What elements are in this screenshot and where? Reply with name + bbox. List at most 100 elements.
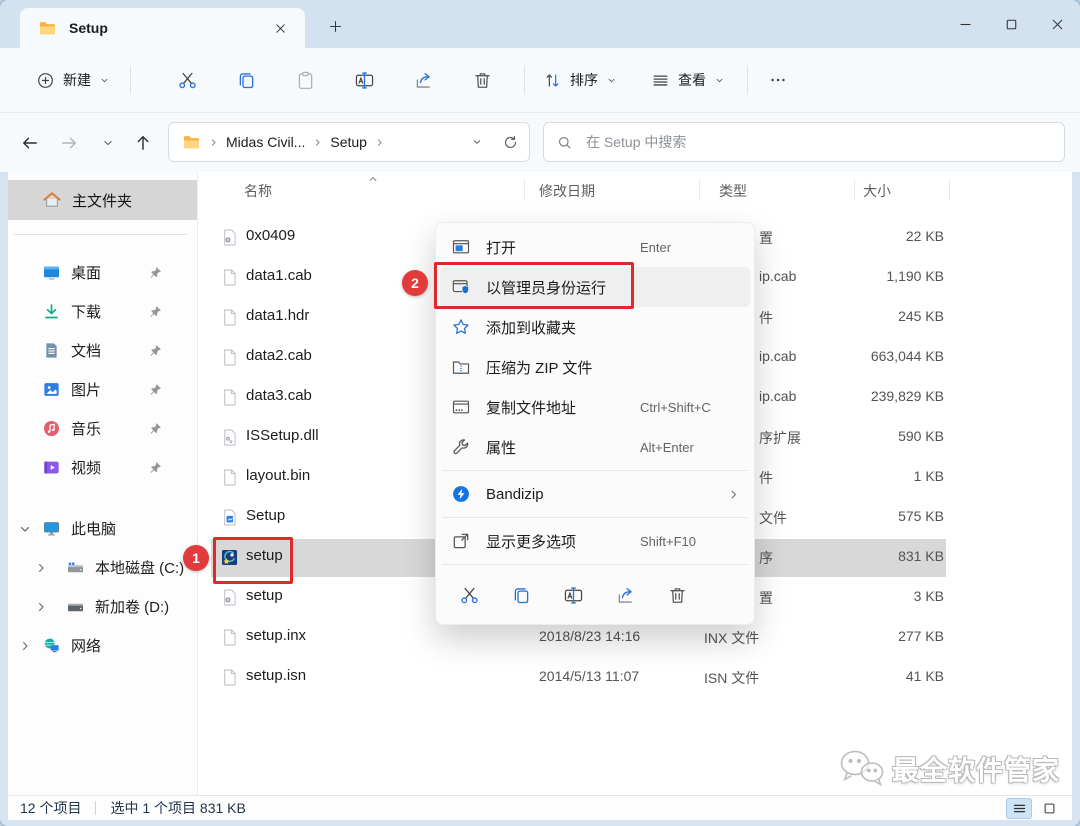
close-button[interactable] [1034, 0, 1080, 48]
file-explorer-window: Setup 新建 排序 查看 Midas Civil... Setup 在 Se… [0, 0, 1080, 826]
menu-delete-button[interactable] [654, 574, 701, 616]
sidebar-item-网络[interactable]: 网络 [8, 626, 197, 665]
file-type: 置 [759, 590, 773, 606]
refresh-icon[interactable] [502, 134, 519, 151]
paste-button[interactable] [285, 60, 325, 100]
context-menu-item-add-to-favorites[interactable]: 添加到收藏夹 [440, 307, 750, 347]
file-size: 831 KB [898, 548, 944, 564]
context-menu-item-properties[interactable]: 属性 Alt+Enter [440, 427, 750, 467]
music-icon [42, 419, 61, 438]
column-header-size[interactable]: 大小 [863, 181, 891, 201]
menu-rename-button[interactable] [550, 574, 597, 616]
annotation-box-run-as-admin [434, 262, 634, 309]
context-menu-item-open[interactable]: 打开 Enter [440, 227, 750, 267]
rename-button[interactable] [344, 60, 384, 100]
search-box[interactable] [543, 122, 1065, 162]
recent-locations-button[interactable] [95, 130, 121, 156]
menu-share-button[interactable] [602, 574, 649, 616]
toolbar-separator [524, 66, 525, 94]
new-tab-button[interactable] [322, 13, 348, 39]
cut-icon [177, 70, 198, 91]
column-separator [854, 180, 855, 200]
sidebar-item-label: 下载 [71, 304, 102, 321]
forward-button[interactable] [56, 130, 82, 156]
see-more-button[interactable] [758, 60, 798, 100]
file-name: 0x0409 [246, 227, 296, 244]
file-name: data1.cab [246, 267, 312, 284]
sidebar-item-下载[interactable]: 下载 [8, 292, 197, 331]
sort-button[interactable]: 排序 [535, 62, 625, 98]
rename-icon [563, 585, 584, 606]
sidebar-item-图片[interactable]: 图片 [8, 370, 197, 409]
file-type: 序 [759, 550, 773, 566]
menu-copy-button[interactable] [498, 574, 545, 616]
share-button[interactable] [403, 60, 443, 100]
view-button[interactable]: 查看 [643, 62, 733, 98]
minimize-button[interactable] [942, 0, 988, 48]
sidebar-item-桌面[interactable]: 桌面 [8, 253, 197, 292]
sidebar-item-label: 此电脑 [71, 521, 117, 538]
sidebar-item-文档[interactable]: 文档 [8, 331, 197, 370]
folder-icon [182, 133, 201, 152]
context-menu-item-copy-file-path[interactable]: 复制文件地址 Ctrl+Shift+C [440, 387, 750, 427]
chevron-down-icon[interactable] [471, 136, 483, 148]
chevron-right-small [34, 600, 48, 614]
back-button[interactable] [17, 130, 43, 156]
view-button-label: 查看 [678, 72, 706, 88]
sidebar-item-视频[interactable]: 视频 [8, 448, 197, 487]
address-bar[interactable]: Midas Civil... Setup [168, 122, 530, 162]
file-icon [220, 268, 239, 287]
sidebar-item-音乐[interactable]: 音乐 [8, 409, 197, 448]
delete-button[interactable] [462, 60, 502, 100]
sort-icon [543, 71, 562, 90]
column-header-type[interactable]: 类型 [719, 181, 747, 201]
pin-icon [148, 343, 163, 358]
sidebar-item-此电脑[interactable]: 此电脑 [8, 509, 197, 548]
file-name: setup.isn [246, 667, 307, 684]
annotation-box-setup-file [213, 537, 293, 584]
sidebar-item-label: 视频 [71, 460, 102, 477]
sidebar-item-新加卷 (D:)[interactable]: 新加卷 (D:) [8, 587, 197, 626]
file-icon [220, 468, 239, 487]
sidebar-item-本地磁盘 (C:)[interactable]: 本地磁盘 (C:) [8, 548, 197, 587]
view-thumbnails-icon [1042, 801, 1057, 816]
breadcrumb-midas-civil[interactable]: Midas Civil... [226, 134, 305, 150]
minimize-icon [957, 16, 974, 33]
context-menu-shortcut: Shift+F10 [640, 533, 697, 549]
large-icons-view-button[interactable] [1036, 798, 1062, 819]
file-date: 2014/5/13 11:07 [539, 668, 640, 684]
column-header-name[interactable]: 名称 [244, 181, 272, 201]
maximize-button[interactable] [988, 0, 1034, 48]
search-input[interactable] [584, 133, 1052, 151]
cut-button[interactable] [167, 60, 207, 100]
close-icon [273, 21, 288, 36]
context-menu-item-show-more-options[interactable]: 显示更多选项 Shift+F10 [440, 521, 750, 561]
new-button[interactable]: 新建 [26, 62, 120, 98]
up-button[interactable] [130, 130, 156, 156]
context-menu-item-bandizip[interactable]: Bandizip [440, 474, 750, 514]
breadcrumb-setup[interactable]: Setup [330, 134, 367, 150]
copy-button[interactable] [226, 60, 266, 100]
sidebar-item-label: 网络 [71, 638, 102, 655]
context-menu-item-label: 复制文件地址 [486, 399, 577, 417]
sidebar-item-label: 桌面 [71, 265, 102, 282]
column-header-date[interactable]: 修改日期 [539, 181, 595, 201]
details-view-button[interactable] [1006, 797, 1032, 819]
sort-ascending-icon [366, 172, 380, 186]
menu-cut-button[interactable] [446, 574, 493, 616]
sidebar-quick-access: 桌面下载文档 图片 音乐视频 [8, 253, 197, 487]
file-type: ISN 文件 [704, 670, 760, 686]
pin-icon [148, 421, 163, 436]
context-menu-item-compress-to-zip[interactable]: 压缩为 ZIP 文件 [440, 347, 750, 387]
column-separator [949, 180, 950, 200]
close-icon [1049, 16, 1066, 33]
tab-close-button[interactable] [267, 15, 293, 41]
sidebar-item-home[interactable]: 主文件夹 [8, 180, 197, 220]
view-icon [651, 71, 670, 90]
file-size: 245 KB [898, 308, 944, 324]
pictures-icon [42, 380, 61, 399]
network-icon [42, 636, 61, 655]
tab-setup[interactable]: Setup [20, 8, 305, 48]
file-row-setup.isn[interactable]: setup.isn 2014/5/13 11:07 ISN 文件 41 KB [198, 658, 1072, 698]
config-file-icon [220, 588, 239, 607]
